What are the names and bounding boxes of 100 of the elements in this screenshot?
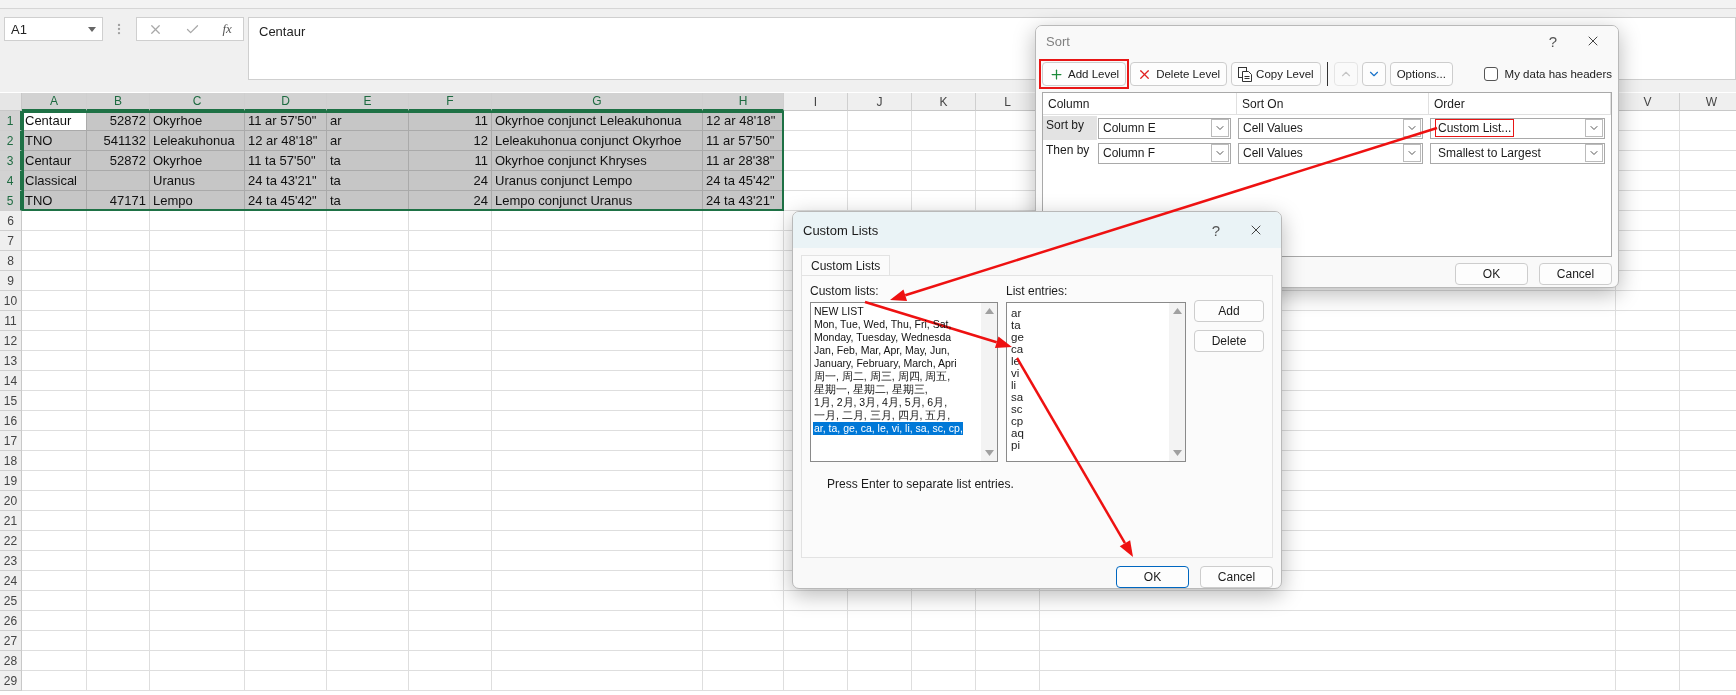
row-header[interactable]: 17 <box>0 431 22 451</box>
column-header[interactable]: B <box>87 93 150 111</box>
list-item[interactable]: 周一, 周二, 周三, 周四, 周五, <box>813 370 951 383</box>
chevron-down-icon[interactable] <box>1211 119 1229 137</box>
row-header[interactable]: 10 <box>0 291 22 311</box>
row-header[interactable]: 11 <box>0 311 22 331</box>
field-label: Custom lists: <box>810 284 880 298</box>
move-down-button[interactable] <box>1361 62 1386 86</box>
chevron-down-icon[interactable] <box>1403 119 1421 137</box>
column-header[interactable]: C <box>150 93 245 111</box>
select-all-corner[interactable] <box>0 93 22 111</box>
row-header[interactable]: 29 <box>0 671 22 691</box>
help-button[interactable]: ? <box>1201 217 1231 243</box>
row-header[interactable]: 2 <box>0 131 22 151</box>
row-header[interactable]: 14 <box>0 371 22 391</box>
list-item[interactable]: Jan, Feb, Mar, Apr, May, Jun, <box>813 344 950 357</box>
chevron-down-icon[interactable] <box>1585 119 1603 137</box>
row-header[interactable]: 23 <box>0 551 22 571</box>
row-header[interactable]: 4 <box>0 171 22 191</box>
column-header[interactable]: K <box>912 93 976 111</box>
column-header[interactable]: H <box>703 93 784 111</box>
help-button[interactable]: ? <box>1538 28 1568 54</box>
list-item[interactable]: 一月, 二月, 三月, 四月, 五月, <box>813 409 951 422</box>
toolbar-button[interactable]: Copy Level <box>1231 62 1321 86</box>
row-header[interactable]: 15 <box>0 391 22 411</box>
row-header[interactable]: 27 <box>0 631 22 651</box>
column-header[interactable]: I <box>784 93 848 111</box>
dialog-button[interactable]: Cancel <box>1539 263 1612 285</box>
dialog-button[interactable]: Delete <box>1194 330 1264 352</box>
row-header[interactable]: 19 <box>0 471 22 491</box>
column-header[interactable]: W <box>1680 93 1736 111</box>
dialog-button[interactable]: OK <box>1455 263 1528 285</box>
level-label[interactable]: Sort by <box>1043 116 1097 140</box>
row-header[interactable]: 7 <box>0 231 22 251</box>
toolbar-button[interactable]: Options... <box>1389 62 1453 86</box>
chevron-down-icon[interactable] <box>1585 144 1603 162</box>
table-cell: Uranus conjunct Lempo <box>492 171 703 191</box>
scroll-up-icon[interactable] <box>984 308 994 314</box>
list-item[interactable]: ar, ta, ge, ca, le, vi, li, sa, sc, cp, <box>813 422 963 435</box>
list-item[interactable]: 1月, 2月, 3月, 4月, 5月, 6月, <box>813 396 948 409</box>
list-item[interactable]: January, February, March, Apri <box>813 357 957 370</box>
row-header[interactable]: 26 <box>0 611 22 631</box>
column-header[interactable]: A <box>22 93 87 111</box>
column-header[interactable]: F <box>409 93 492 111</box>
chevron-down-icon[interactable] <box>1403 144 1421 162</box>
name-box[interactable]: A1 <box>4 17 103 41</box>
row-header[interactable]: 18 <box>0 451 22 471</box>
insert-function-button[interactable]: fx <box>222 21 232 37</box>
list-item[interactable]: 星期一, 星期二, 星期三, <box>813 383 928 396</box>
scrollbar[interactable] <box>981 303 997 461</box>
row-header[interactable]: 6 <box>0 211 22 231</box>
sort-on-dropdown[interactable]: Cell Values <box>1238 142 1423 164</box>
tab[interactable]: Custom Lists <box>801 255 891 276</box>
row-header[interactable]: 25 <box>0 591 22 611</box>
row-header[interactable]: 13 <box>0 351 22 371</box>
row-header[interactable]: 28 <box>0 651 22 671</box>
row-header[interactable]: 21 <box>0 511 22 531</box>
level-label[interactable]: Then by <box>1043 141 1097 165</box>
row-header[interactable]: 20 <box>0 491 22 511</box>
order-dropdown[interactable]: Smallest to Largest <box>1430 142 1605 164</box>
dialog-button[interactable]: Cancel <box>1200 566 1273 588</box>
table-cell <box>1616 311 1680 331</box>
caret-icon[interactable] <box>88 26 96 32</box>
row-header[interactable]: 22 <box>0 531 22 551</box>
scrollbar[interactable] <box>1169 303 1185 461</box>
column-dropdown[interactable]: Column E <box>1098 117 1231 139</box>
sort-on-dropdown[interactable]: Cell Values <box>1238 117 1423 139</box>
list-item[interactable]: NEW LIST <box>813 305 864 318</box>
row-header[interactable]: 1 <box>0 111 22 131</box>
column-header[interactable]: J <box>848 93 912 111</box>
row-header[interactable]: 9 <box>0 271 22 291</box>
list-entry: sc <box>1010 403 1024 415</box>
column-header[interactable]: E <box>327 93 409 111</box>
chevron-down-icon[interactable] <box>1211 144 1229 162</box>
scroll-down-icon[interactable] <box>984 450 994 456</box>
column-header[interactable]: D <box>245 93 327 111</box>
table-cell <box>1616 391 1680 411</box>
table-cell <box>1616 491 1680 511</box>
column-dropdown[interactable]: Column F <box>1098 142 1231 164</box>
table-cell: 24 <box>409 171 492 191</box>
dialog-button[interactable]: OK <box>1116 566 1189 588</box>
column-header[interactable]: G <box>492 93 703 111</box>
row-header[interactable]: 12 <box>0 331 22 351</box>
toolbar-button[interactable]: Add Level <box>1042 62 1127 86</box>
row-header[interactable]: 3 <box>0 151 22 171</box>
table-cell <box>1616 671 1680 691</box>
checkbox[interactable] <box>1483 67 1498 81</box>
order-dropdown[interactable]: Custom List... <box>1430 117 1605 139</box>
custom-lists-listbox[interactable] <box>810 302 998 462</box>
row-header[interactable]: 8 <box>0 251 22 271</box>
dialog-button[interactable]: Add <box>1194 300 1264 322</box>
row-header[interactable]: 5 <box>0 191 22 211</box>
row-header[interactable]: 16 <box>0 411 22 431</box>
scroll-up-icon[interactable] <box>1172 308 1182 314</box>
toolbar-button[interactable]: Delete Level <box>1130 62 1228 86</box>
checkbox-label[interactable]: My data has headers <box>1504 68 1612 80</box>
list-item[interactable]: Monday, Tuesday, Wednesda <box>813 331 952 344</box>
column-header[interactable]: V <box>1616 93 1680 111</box>
table-cell: 11 ar 57'50" <box>703 131 784 151</box>
row-header[interactable]: 24 <box>0 571 22 591</box>
